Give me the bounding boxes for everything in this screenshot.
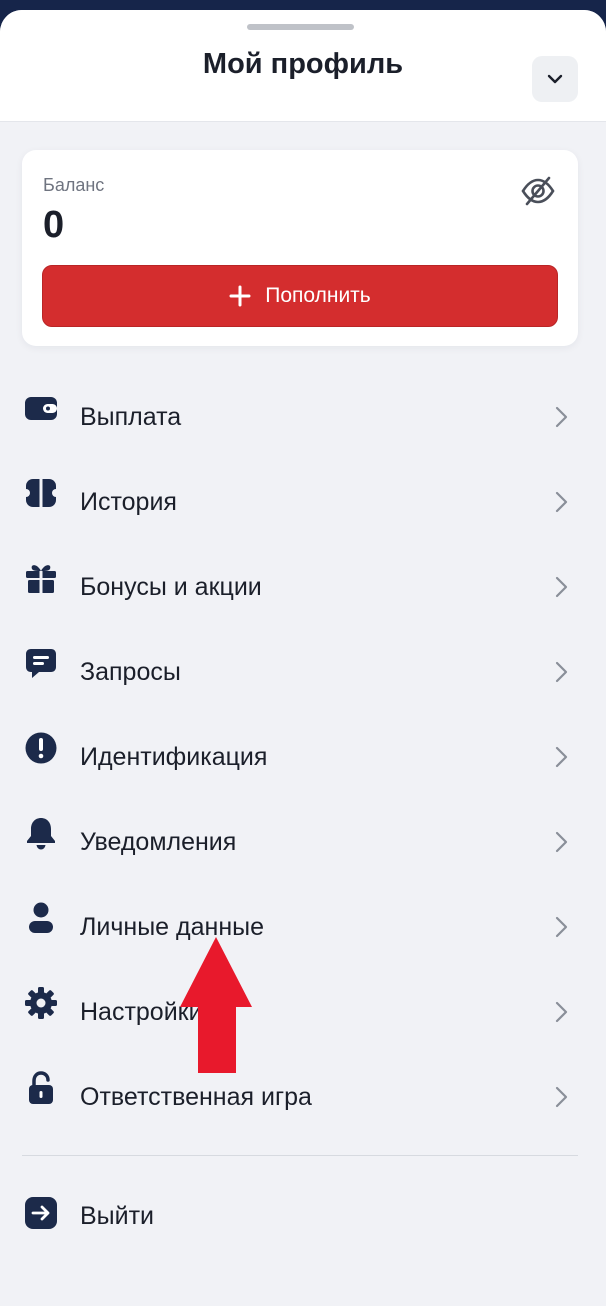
menu-item-label: Выплата (80, 403, 182, 431)
gear-icon (24, 986, 58, 1020)
chevron-right-icon (555, 406, 568, 428)
annotation-arrow-icon (180, 937, 252, 1073)
menu-item-notifications[interactable]: Уведомления (0, 790, 606, 875)
profile-menu: Выплата История Бонусы и акции Запросы И… (0, 365, 606, 1130)
menu-item-settings[interactable]: Настройки (0, 960, 606, 1045)
menu-item-responsible-gaming[interactable]: Ответственная игра (0, 1045, 606, 1130)
menu-item-label: Запросы (80, 658, 181, 686)
chat-icon (24, 646, 58, 680)
logout-label: Выйти (80, 1202, 155, 1230)
chevron-right-icon (555, 576, 568, 598)
balance-label: Баланс (43, 175, 105, 195)
page-title: Мой профиль (202, 48, 404, 80)
history-icon (24, 476, 58, 510)
lock-icon (24, 1071, 58, 1105)
menu-item-label: Бонусы и акции (80, 573, 262, 601)
plus-icon (229, 285, 251, 307)
bell-icon (24, 816, 58, 850)
header: Мой профиль (0, 10, 606, 122)
menu-item-personal-data[interactable]: Личные данные (0, 875, 606, 960)
menu-item-payout[interactable]: Выплата (0, 365, 606, 450)
chevron-down-icon (547, 74, 563, 84)
chevron-right-icon (555, 1001, 568, 1023)
logout-button[interactable]: Выйти (0, 1180, 606, 1250)
profile-sheet: Мой профиль Баланс 0 Пополнить Выплата И… (0, 10, 606, 1306)
toggle-balance-visibility-button[interactable] (519, 174, 557, 208)
collapse-button[interactable] (532, 56, 578, 102)
divider (22, 1155, 578, 1156)
menu-item-history[interactable]: История (0, 450, 606, 535)
chevron-right-icon (555, 916, 568, 938)
logout-icon (24, 1196, 58, 1230)
chevron-right-icon (555, 1086, 568, 1108)
menu-item-identification[interactable]: Идентификация (0, 705, 606, 790)
chevron-right-icon (555, 831, 568, 853)
balance-card: Баланс 0 Пополнить (22, 150, 578, 346)
wallet-icon (24, 391, 58, 425)
menu-item-bonuses[interactable]: Бонусы и акции (0, 535, 606, 620)
topup-button[interactable]: Пополнить (42, 265, 558, 327)
menu-item-requests[interactable]: Запросы (0, 620, 606, 705)
drag-handle[interactable] (247, 24, 354, 30)
alert-circle-icon (24, 731, 58, 765)
eye-off-icon (521, 176, 555, 206)
chevron-right-icon (555, 661, 568, 683)
menu-item-label: Уведомления (80, 828, 237, 856)
menu-item-label: Идентификация (80, 743, 268, 771)
gift-icon (24, 561, 58, 595)
topup-label: Пополнить (265, 284, 371, 307)
menu-item-label: История (80, 488, 177, 516)
chevron-right-icon (555, 491, 568, 513)
user-icon (24, 901, 58, 935)
menu-item-label: Ответственная игра (80, 1083, 312, 1111)
balance-value: 0 (43, 204, 65, 246)
chevron-right-icon (555, 746, 568, 768)
